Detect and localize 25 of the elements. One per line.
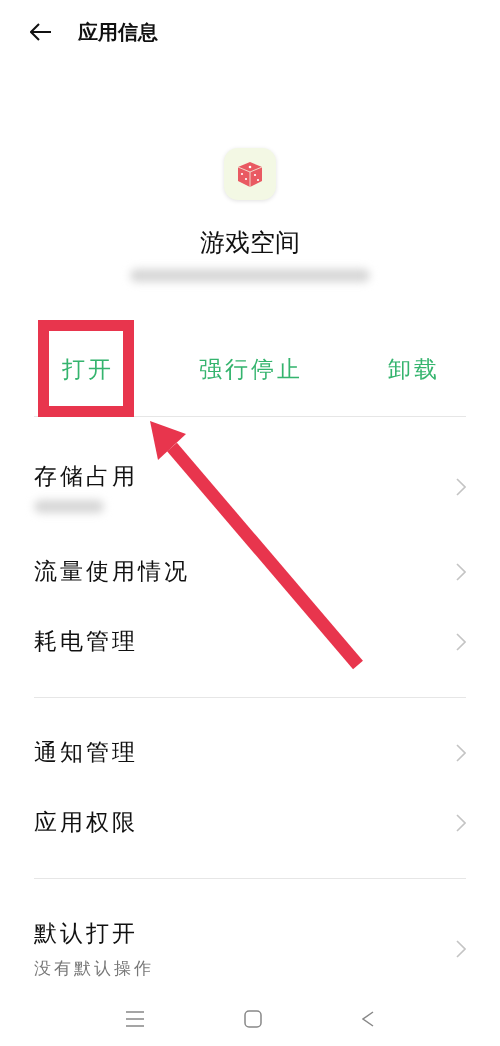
chevron-icon	[456, 632, 466, 651]
chevron-icon	[456, 562, 466, 581]
settings-row[interactable]: 流量使用情况	[34, 536, 466, 607]
app-icon	[224, 148, 276, 201]
chevron-icon	[456, 477, 466, 496]
settings-row[interactable]: 耗电管理	[34, 606, 466, 677]
chevron-icon	[456, 813, 466, 832]
settings-row[interactable]: 应用权限	[34, 787, 466, 858]
chevron-icon	[456, 939, 466, 958]
row-label: 通知管理	[34, 738, 138, 768]
row-label: 耗电管理	[34, 627, 138, 657]
settings-row[interactable]: 默认打开 没有默认操作	[34, 898, 466, 999]
row-label: 默认打开	[34, 918, 139, 948]
row-label: 流量使用情况	[34, 557, 190, 587]
settings-row[interactable]: 通知管理	[34, 717, 466, 788]
page-title: 应用信息	[78, 18, 158, 46]
chevron-icon	[456, 743, 466, 762]
back-icon[interactable]	[30, 23, 52, 42]
row-label: 应用权限	[34, 808, 138, 838]
row-label: 存储占用	[34, 461, 138, 491]
settings-row[interactable]: 存储占用	[34, 436, 466, 537]
row-detail: 没有默认操作	[34, 956, 154, 980]
app-name: 游戏空间	[200, 227, 300, 260]
home-icon[interactable]	[244, 1010, 262, 1029]
menu-icon[interactable]	[126, 1011, 144, 1028]
